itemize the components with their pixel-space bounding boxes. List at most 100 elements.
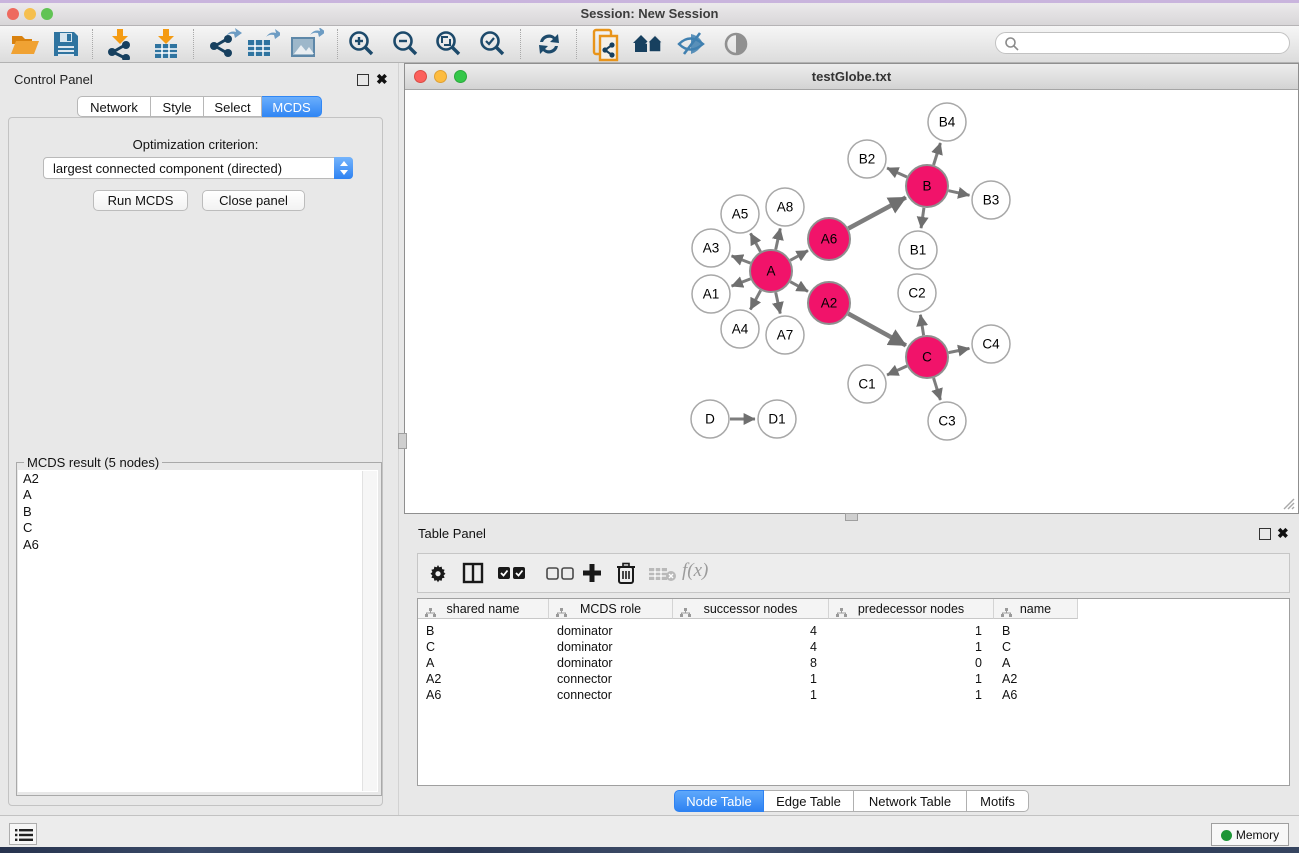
delete-table-icon[interactable] <box>648 566 678 585</box>
tab-motifs[interactable]: Motifs <box>967 790 1029 812</box>
zoom-window-button[interactable] <box>41 8 53 20</box>
edge-B-B2[interactable] <box>887 168 907 177</box>
search-input[interactable] <box>995 32 1290 54</box>
mcds-result-item[interactable]: A <box>23 487 39 503</box>
new-network-from-selection-icon[interactable] <box>590 28 622 65</box>
tab-network[interactable]: Network <box>77 96 151 117</box>
run-mcds-button[interactable]: Run MCDS <box>93 190 188 211</box>
cell-0-4[interactable]: B <box>1002 623 1078 639</box>
select-stepper-icon[interactable] <box>334 157 353 179</box>
close-panel-button[interactable]: Close panel <box>202 190 305 211</box>
zoom-fit-icon[interactable] <box>435 30 463 61</box>
zoom-in-icon[interactable] <box>348 30 376 61</box>
export-image-icon[interactable] <box>288 28 324 63</box>
column-header-predecessor-nodes[interactable]: predecessor nodes <box>829 599 994 619</box>
cell-2-0[interactable]: A <box>426 655 549 671</box>
cell-4-3[interactable]: 1 <box>829 687 982 703</box>
save-session-icon[interactable] <box>50 28 82 63</box>
edge-B-B4[interactable] <box>934 143 941 165</box>
cell-3-4[interactable]: A2 <box>1002 671 1078 687</box>
close-panel-icon[interactable]: ✖ <box>1277 525 1289 542</box>
column-header-successor-nodes[interactable]: successor nodes <box>673 599 829 619</box>
cell-3-2[interactable]: 1 <box>673 671 817 687</box>
column-header-name[interactable]: name <box>994 599 1078 619</box>
cell-1-4[interactable]: C <box>1002 639 1078 655</box>
cell-3-3[interactable]: 1 <box>829 671 982 687</box>
float-panel-icon[interactable] <box>357 74 369 86</box>
edge-A-A2[interactable] <box>790 282 808 292</box>
zoom-selected-icon[interactable] <box>479 30 507 61</box>
minimize-frame-button[interactable] <box>434 70 447 83</box>
edge-B-B1[interactable] <box>921 208 924 228</box>
cell-2-4[interactable]: A <box>1002 655 1078 671</box>
tab-edge-table[interactable]: Edge Table <box>764 790 854 812</box>
gear-icon[interactable] <box>427 562 449 587</box>
maximize-frame-button[interactable] <box>454 70 467 83</box>
cell-4-2[interactable]: 1 <box>673 687 817 703</box>
cell-3-1[interactable]: connector <box>557 671 673 687</box>
edge-C-C1[interactable] <box>887 366 907 375</box>
edge-A-A3[interactable] <box>732 256 751 263</box>
edge-A-A6[interactable] <box>790 251 808 261</box>
edge-A-A8[interactable] <box>776 228 781 249</box>
edge-C-C2[interactable] <box>920 315 923 336</box>
cell-1-3[interactable]: 1 <box>829 639 982 655</box>
hide-selected-icon[interactable] <box>676 31 708 60</box>
cell-0-0[interactable]: B <box>426 623 549 639</box>
mcds-result-item[interactable]: B <box>23 504 39 520</box>
cell-1-1[interactable]: dominator <box>557 639 673 655</box>
cell-1-0[interactable]: C <box>426 639 549 655</box>
refresh-icon[interactable] <box>534 30 564 61</box>
deselect-all-icon[interactable] <box>546 566 574 583</box>
close-frame-button[interactable] <box>414 70 427 83</box>
edge-C-C4[interactable] <box>949 348 970 352</box>
tab-select[interactable]: Select <box>204 96 262 117</box>
select-all-icon[interactable] <box>498 566 526 583</box>
tab-style[interactable]: Style <box>151 96 204 117</box>
minimize-window-button[interactable] <box>24 8 36 20</box>
import-network-icon[interactable] <box>104 28 138 63</box>
network-canvas[interactable]: B4B2BB3A5A8A6B1A3AC2A1A2A4A7C4CC1C3DD1 <box>405 90 1298 514</box>
show-all-icon[interactable] <box>722 32 750 59</box>
tab-mcds[interactable]: MCDS <box>262 96 322 117</box>
cell-2-3[interactable]: 0 <box>829 655 982 671</box>
mcds-result-item[interactable]: C <box>23 520 39 536</box>
mcds-result-item[interactable]: A6 <box>23 537 39 553</box>
resize-grip-icon[interactable] <box>1280 495 1296 511</box>
edge-A-A7[interactable] <box>776 292 781 313</box>
tab-node-table[interactable]: Node Table <box>674 790 764 812</box>
zoom-out-icon[interactable] <box>392 30 420 61</box>
cell-3-0[interactable]: A2 <box>426 671 549 687</box>
close-panel-icon[interactable]: ✖ <box>376 71 388 88</box>
close-window-button[interactable] <box>7 8 19 20</box>
columns-icon[interactable] <box>461 561 485 588</box>
edge-A-A4[interactable] <box>750 290 760 309</box>
cell-0-3[interactable]: 1 <box>829 623 982 639</box>
home-icon[interactable] <box>632 32 666 59</box>
column-header-shared-name[interactable]: shared name <box>418 599 549 619</box>
mcds-result-item[interactable]: A2 <box>23 471 39 487</box>
cell-0-2[interactable]: 4 <box>673 623 817 639</box>
float-panel-icon[interactable] <box>1259 528 1271 540</box>
cell-2-2[interactable]: 8 <box>673 655 817 671</box>
mcds-result-list[interactable]: A2ABCA6 <box>18 470 378 792</box>
open-session-icon[interactable] <box>8 28 40 63</box>
export-network-icon[interactable] <box>206 28 242 63</box>
edge-C-C3[interactable] <box>934 378 941 400</box>
edge-A-A5[interactable] <box>751 233 761 251</box>
cell-1-2[interactable]: 4 <box>673 639 817 655</box>
edge-B-B3[interactable] <box>948 191 969 196</box>
tab-network-table[interactable]: Network Table <box>854 790 967 812</box>
edge-A-A1[interactable] <box>732 279 751 286</box>
cell-4-0[interactable]: A6 <box>426 687 549 703</box>
network-window-titlebar[interactable]: testGlobe.txt <box>405 64 1298 90</box>
import-table-icon[interactable] <box>150 28 184 63</box>
column-header-MCDS-role[interactable]: MCDS role <box>549 599 673 619</box>
export-table-icon[interactable] <box>244 28 280 63</box>
cell-0-1[interactable]: dominator <box>557 623 673 639</box>
function-builder-icon[interactable]: f(x) <box>682 560 708 582</box>
cell-2-1[interactable]: dominator <box>557 655 673 671</box>
cell-4-4[interactable]: A6 <box>1002 687 1078 703</box>
add-row-icon[interactable] <box>581 562 603 587</box>
memory-button[interactable]: Memory <box>1211 823 1289 846</box>
